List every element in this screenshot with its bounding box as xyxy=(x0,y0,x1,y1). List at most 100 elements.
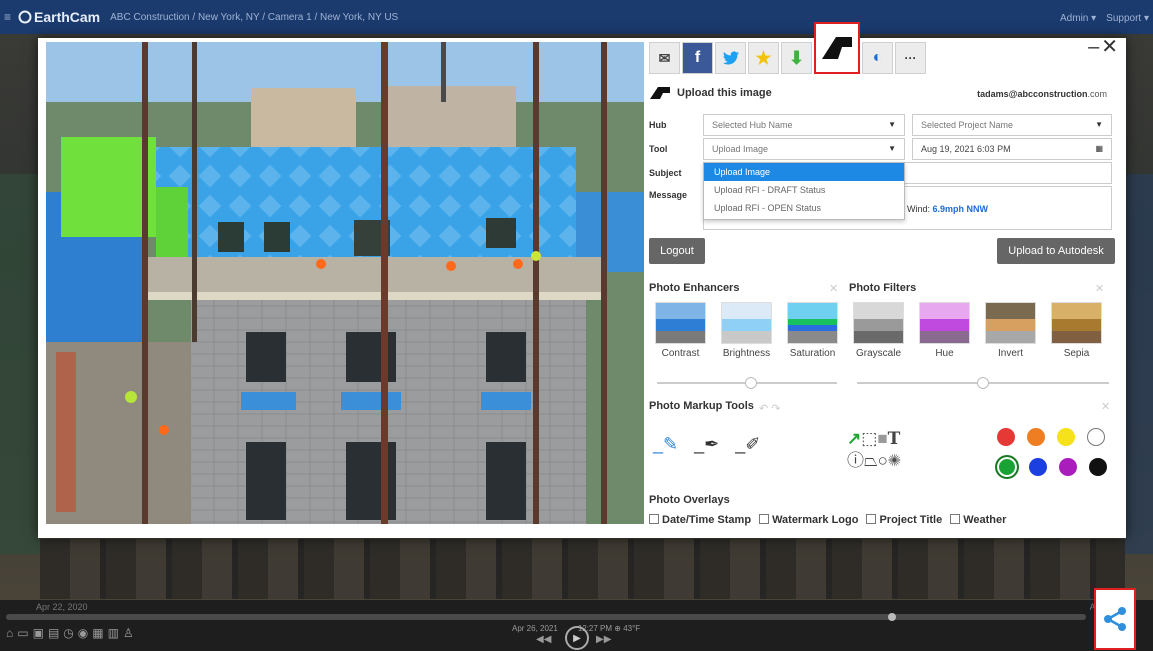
filter-invert[interactable]: Invert xyxy=(985,302,1036,359)
overlay-datetime[interactable]: Date/Time Stamp xyxy=(649,514,751,526)
undo-icon[interactable]: ↶ xyxy=(759,403,768,415)
close-enhancers-icon[interactable]: ✕ xyxy=(829,282,838,295)
earthcam-logo[interactable]: EarthCam xyxy=(18,9,100,25)
tool-option[interactable]: Upload Image xyxy=(704,163,904,181)
thumb-label: Sepia xyxy=(1063,348,1090,359)
hue-thumbnail xyxy=(919,302,970,344)
overlay-label: Watermark Logo xyxy=(772,514,859,526)
more-share-options-button[interactable]: ··· xyxy=(895,42,926,74)
hd-icon[interactable]: ◉ xyxy=(78,626,88,640)
film-icon[interactable]: ▭ xyxy=(17,626,28,640)
home-icon[interactable]: ⌂ xyxy=(6,626,13,640)
color-swatch[interactable] xyxy=(1087,428,1105,446)
timeline-start-date: Apr 22, 2020 xyxy=(36,602,88,612)
contrast-thumbnail xyxy=(655,302,706,344)
grayscale-thumbnail xyxy=(853,302,904,344)
overlay-label: Project Title xyxy=(879,514,943,526)
color-swatch[interactable] xyxy=(1059,458,1077,476)
color-swatch[interactable] xyxy=(1089,458,1107,476)
user-icon[interactable]: ♙ xyxy=(123,626,134,640)
timeline-track[interactable] xyxy=(6,614,1086,620)
current-date: Apr 26, 2021 xyxy=(512,624,558,633)
color-swatch[interactable] xyxy=(997,428,1015,446)
polygon-tool-icon[interactable]: ⏢ xyxy=(864,451,878,470)
project-select-value: Selected Project Name xyxy=(921,120,1014,130)
calendar-icon[interactable]: ▥ xyxy=(108,626,119,640)
stamp-tool-icon[interactable]: ✺ xyxy=(888,451,901,470)
grid-icon[interactable]: ▦ xyxy=(92,626,103,640)
checkbox[interactable] xyxy=(866,514,877,524)
facebook-share-button[interactable]: f xyxy=(682,42,713,74)
favorite-button[interactable]: ★ xyxy=(748,42,779,74)
overlay-project-title[interactable]: Project Title xyxy=(866,514,942,526)
close-filters-icon[interactable]: ✕ xyxy=(1095,282,1104,295)
twitter-share-button[interactable] xyxy=(715,42,746,74)
project-select[interactable]: Selected Project Name ▼ xyxy=(912,114,1112,136)
fast-forward-icon[interactable]: ▶▶ xyxy=(596,634,611,645)
tool-option[interactable]: Upload RFI - DRAFT Status xyxy=(704,181,904,199)
text-tool-icon[interactable]: T xyxy=(888,429,901,449)
checkbox[interactable] xyxy=(759,514,770,524)
upload-to-autodesk-button[interactable]: Upload to Autodesk xyxy=(997,238,1115,264)
info-tool-icon[interactable]: ⓘ xyxy=(847,451,864,470)
slider-knob[interactable] xyxy=(977,377,989,389)
color-swatch[interactable] xyxy=(1057,428,1075,446)
pencil-icon[interactable]: _✎ xyxy=(653,434,678,455)
filter-grayscale[interactable]: Grayscale xyxy=(853,302,904,359)
marker-icon[interactable]: _✒ xyxy=(694,434,719,455)
rectangle-tool-icon[interactable]: ■ xyxy=(877,429,887,448)
rewind-icon[interactable]: ◀◀ xyxy=(536,634,551,645)
tool-select[interactable]: Upload Image ▼ xyxy=(703,138,905,160)
upload-header: Upload this image xyxy=(649,86,772,100)
top-bar: ≡ EarthCam ABC Construction / New York, … xyxy=(0,0,1153,34)
share-button[interactable] xyxy=(1094,588,1136,650)
autodesk-share-button[interactable] xyxy=(814,22,860,74)
support-menu[interactable]: Support ▾ xyxy=(1106,13,1149,24)
circle-tool-icon[interactable]: ○ xyxy=(878,451,888,470)
clock-icon[interactable]: ◷ xyxy=(63,626,73,640)
checkbox[interactable] xyxy=(649,514,659,524)
date-picker[interactable]: Aug 19, 2021 6:03 PM ▦ xyxy=(912,138,1112,160)
hub-select[interactable]: Selected Hub Name ▼ xyxy=(703,114,905,136)
highlighter-icon[interactable]: _✐ xyxy=(735,434,760,455)
autodesk-icon xyxy=(822,37,852,59)
redo-icon[interactable]: ↷ xyxy=(771,403,780,415)
freeform-tool-icon[interactable]: ⬚ xyxy=(861,429,877,448)
filter-hue[interactable]: Hue xyxy=(919,302,970,359)
tool-option[interactable]: Upload RFI - OPEN Status xyxy=(704,199,904,217)
overlay-weather[interactable]: Weather xyxy=(950,514,1006,526)
filter-slider[interactable] xyxy=(857,377,1109,389)
breadcrumb[interactable]: ABC Construction / New York, NY / Camera… xyxy=(110,12,398,23)
enhancer-slider[interactable] xyxy=(657,377,837,389)
share-panel: ✉ f ★ ⬇ ◐ ··· Upload this image tadams@a… xyxy=(649,22,1119,538)
download-button[interactable]: ⬇ xyxy=(781,42,812,74)
sepia-thumbnail xyxy=(1051,302,1102,344)
menu-icon[interactable]: ≡ xyxy=(4,10,18,24)
image-icon[interactable]: ▤ xyxy=(48,626,59,640)
logout-button[interactable]: Logout xyxy=(649,238,705,264)
color-swatch-selected[interactable] xyxy=(995,455,1019,479)
admin-menu[interactable]: Admin ▾ xyxy=(1060,13,1096,24)
enhancer-contrast[interactable]: Contrast xyxy=(655,302,706,359)
color-swatch[interactable] xyxy=(1027,428,1045,446)
enhancer-saturation[interactable]: Saturation xyxy=(787,302,838,359)
slider-knob[interactable] xyxy=(745,377,757,389)
link-share-button[interactable]: ◐ xyxy=(862,42,893,74)
more-icon: ··· xyxy=(904,51,917,65)
checkbox[interactable] xyxy=(950,514,961,524)
timeline-scrubber[interactable] xyxy=(888,613,896,621)
date-value: Aug 19, 2021 6:03 PM xyxy=(921,144,1011,154)
filter-sepia[interactable]: Sepia xyxy=(1051,302,1102,359)
color-swatch[interactable] xyxy=(1029,458,1047,476)
thumb-label: Hue xyxy=(935,348,954,359)
timeline-bar: Apr 22, 2020 Aug 2 ⌂ ▭ ▣ ▤ ◷ ◉ ▦ ▥ ♙ Apr… xyxy=(0,600,1153,651)
close-markup-icon[interactable]: ✕ xyxy=(1101,400,1110,413)
email-share-button[interactable]: ✉ xyxy=(649,42,680,74)
enhancer-brightness[interactable]: Brightness xyxy=(721,302,772,359)
play-icon[interactable]: ▶ xyxy=(565,626,589,650)
arrow-tool-icon[interactable]: ↗ xyxy=(847,429,861,448)
save-icon[interactable]: ▣ xyxy=(33,626,44,640)
thumb-label: Invert xyxy=(997,348,1023,359)
overlay-watermark[interactable]: Watermark Logo xyxy=(759,514,858,526)
caret-down-icon: ▼ xyxy=(1095,120,1103,129)
